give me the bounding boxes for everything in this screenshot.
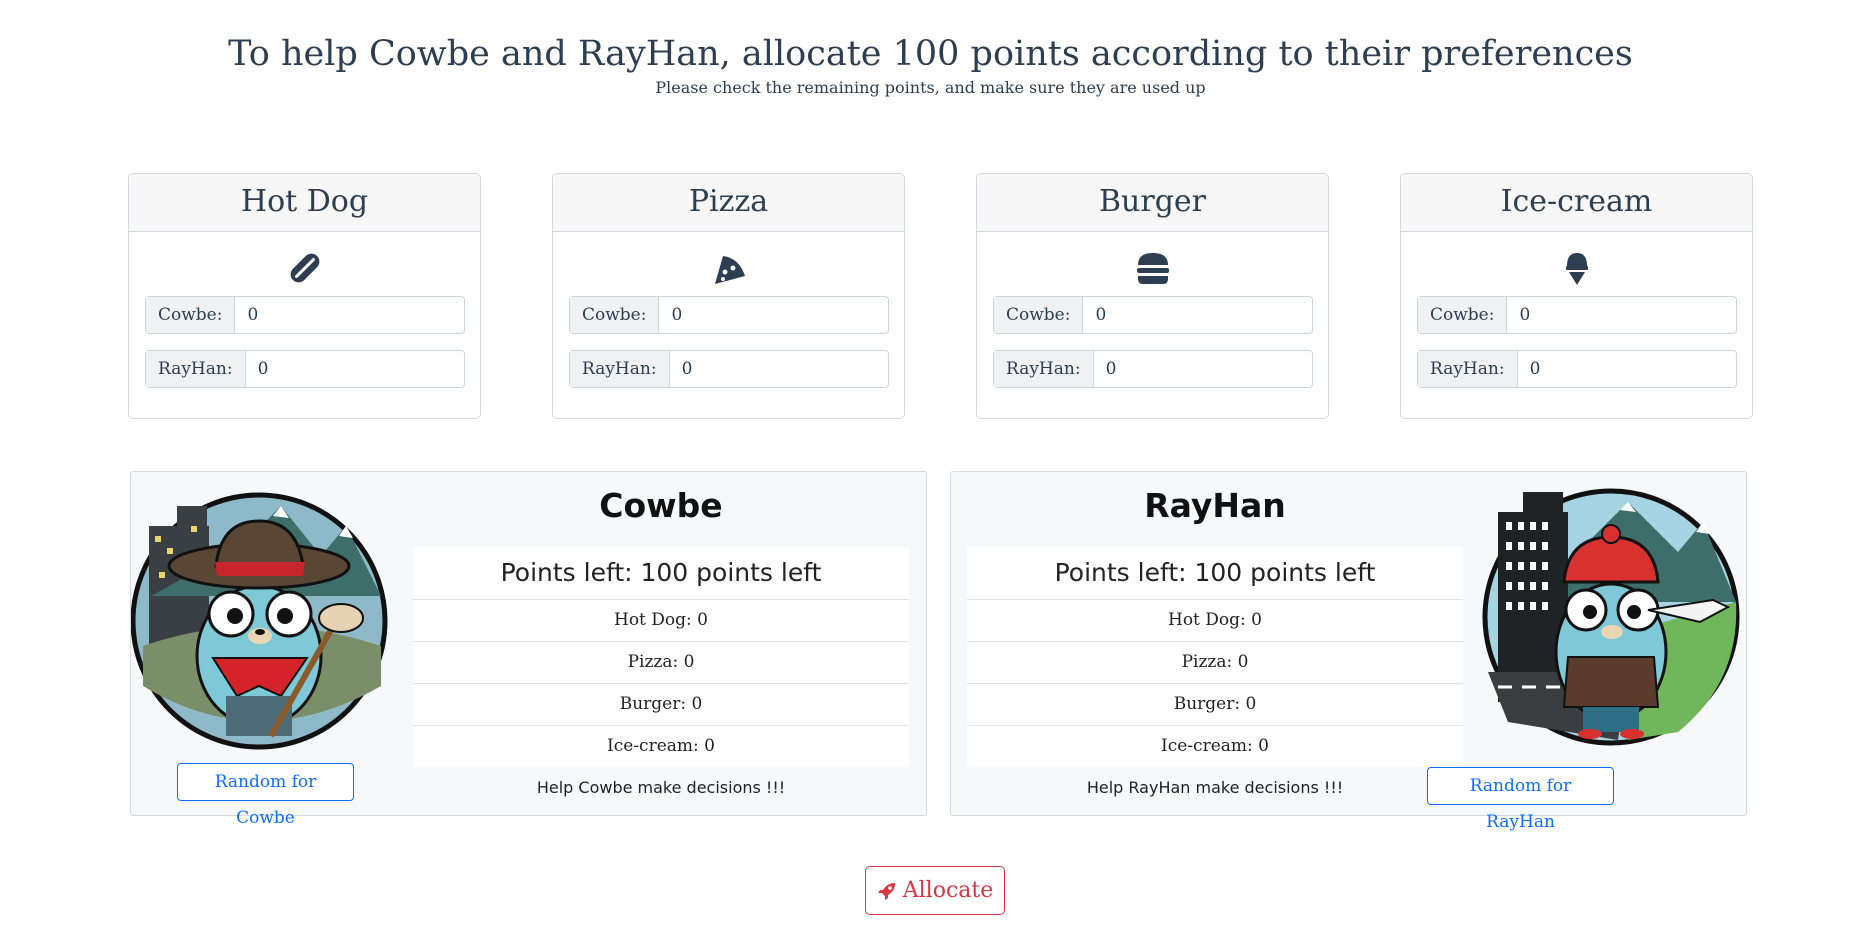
cowbe-pizza-input[interactable] <box>659 297 888 333</box>
gopher-cowboy-avatar <box>131 492 388 750</box>
page-header: To help Cowbe and RayHan, allocate 100 p… <box>0 0 1861 100</box>
ice-cream-icon <box>1565 253 1588 285</box>
stat-pizza: Pizza: 0 <box>967 642 1463 684</box>
stat-ice-cream: Ice-cream: 0 <box>1161 736 1269 756</box>
food-card-ice-cream: Ice-cream Cowbe: RayHan: <box>1400 173 1753 419</box>
help-text: Help Cowbe make decisions !!! <box>536 778 786 797</box>
rayhan-label: RayHan: <box>1418 351 1518 387</box>
cowbe-label: Cowbe: <box>1418 297 1508 333</box>
cowbe-label: Cowbe: <box>994 297 1084 333</box>
pizza-icon <box>714 256 745 284</box>
burger-icon <box>1136 253 1169 284</box>
cowbe-ice-cream-input[interactable] <box>1507 297 1736 333</box>
person-name: Cowbe <box>599 486 723 525</box>
food-card-burger: Burger Cowbe: RayHan: <box>976 173 1329 419</box>
stat-hot-dog: Hot Dog: 0 <box>413 600 909 642</box>
random-cowbe-button[interactable]: Random for Cowbe <box>177 763 354 828</box>
food-title: Hot Dog <box>129 174 480 232</box>
random-rayhan-button[interactable]: Random for RayHan <box>1427 767 1614 832</box>
rayhan-stats: Points left: 100 points left Hot Dog: 0 … <box>967 547 1463 767</box>
food-title: Burger <box>977 174 1328 232</box>
points-left: Points left: 100 points left <box>413 547 909 600</box>
stat-burger: Burger: 0 <box>967 684 1463 726</box>
cowbe-burger-input[interactable] <box>1083 297 1312 333</box>
stat-pizza: Pizza: 0 <box>413 642 909 684</box>
help-text: Help RayHan make decisions !!! <box>1086 778 1344 797</box>
food-title: Ice-cream <box>1401 174 1752 232</box>
rayhan-ice-cream-input[interactable] <box>1517 351 1736 387</box>
cowbe-label: Cowbe: <box>146 297 236 333</box>
rayhan-burger-input[interactable] <box>1093 351 1312 387</box>
rayhan-input-group: RayHan: <box>993 350 1313 388</box>
stat-burger: Burger: 0 <box>413 684 909 726</box>
rayhan-hot-dog-input[interactable] <box>245 351 464 387</box>
page-title: To help Cowbe and RayHan, allocate 100 p… <box>228 34 1633 74</box>
rayhan-input-group: RayHan: <box>569 350 889 388</box>
cowbe-panel: Random for Cowbe Cowbe Points left: 100 … <box>130 471 927 828</box>
cowbe-stats: Points left: 100 points left Hot Dog: 0 … <box>413 547 909 767</box>
person-name: RayHan <box>1144 486 1286 525</box>
food-card-hot-dog: Hot Dog Cowbe: RayHan: <box>128 173 481 419</box>
rayhan-panel: RayHan Points left: 100 points left Hot … <box>950 471 1747 832</box>
food-title: Pizza <box>553 174 904 232</box>
stat-hot-dog: Hot Dog: 0 <box>967 600 1463 642</box>
stat-ice-cream: Ice-cream: 0 <box>607 736 715 756</box>
rayhan-pizza-input[interactable] <box>669 351 888 387</box>
rayhan-input-group: RayHan: <box>1417 350 1737 388</box>
cowbe-input-group: Cowbe: <box>1417 296 1737 334</box>
cowbe-label: Cowbe: <box>570 297 660 333</box>
food-card-pizza: Pizza Cowbe: RayHan: <box>552 173 905 419</box>
allocate-button[interactable]: Allocate <box>865 866 1005 915</box>
rayhan-input-group: RayHan: <box>145 350 465 388</box>
cowbe-input-group: Cowbe: <box>569 296 889 334</box>
allocate-label: Allocate <box>902 878 994 903</box>
rayhan-label: RayHan: <box>994 351 1094 387</box>
cowbe-input-group: Cowbe: <box>993 296 1313 334</box>
rayhan-label: RayHan: <box>146 351 246 387</box>
points-left: Points left: 100 points left <box>967 547 1463 600</box>
rocket-icon <box>877 882 895 900</box>
gopher-winter-avatar <box>1482 488 1740 746</box>
cowbe-input-group: Cowbe: <box>145 296 465 334</box>
page-subtitle: Please check the remaining points, and m… <box>655 78 1206 97</box>
cowbe-hot-dog-input[interactable] <box>235 297 464 333</box>
rayhan-label: RayHan: <box>570 351 670 387</box>
hotdog-icon <box>290 253 319 283</box>
